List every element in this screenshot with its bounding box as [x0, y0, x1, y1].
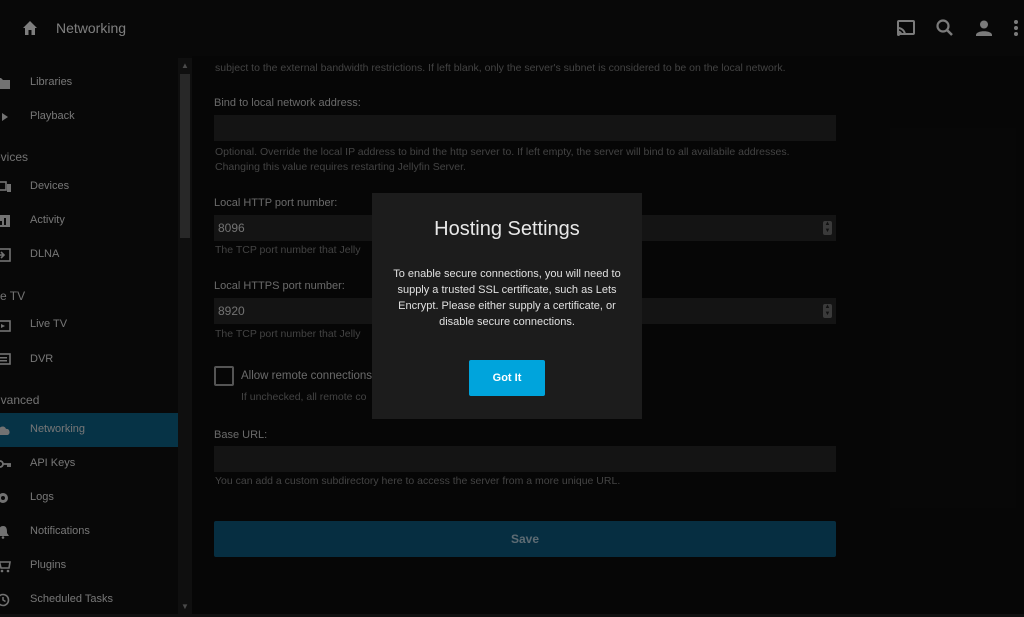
dialog-title: Hosting Settings	[434, 218, 580, 240]
got-it-button[interactable]: Got It	[469, 360, 545, 396]
dialog-message: To enable secure connections, you will n…	[393, 268, 621, 328]
hosting-settings-dialog: Hosting Settings To enable secure connec…	[372, 193, 642, 419]
